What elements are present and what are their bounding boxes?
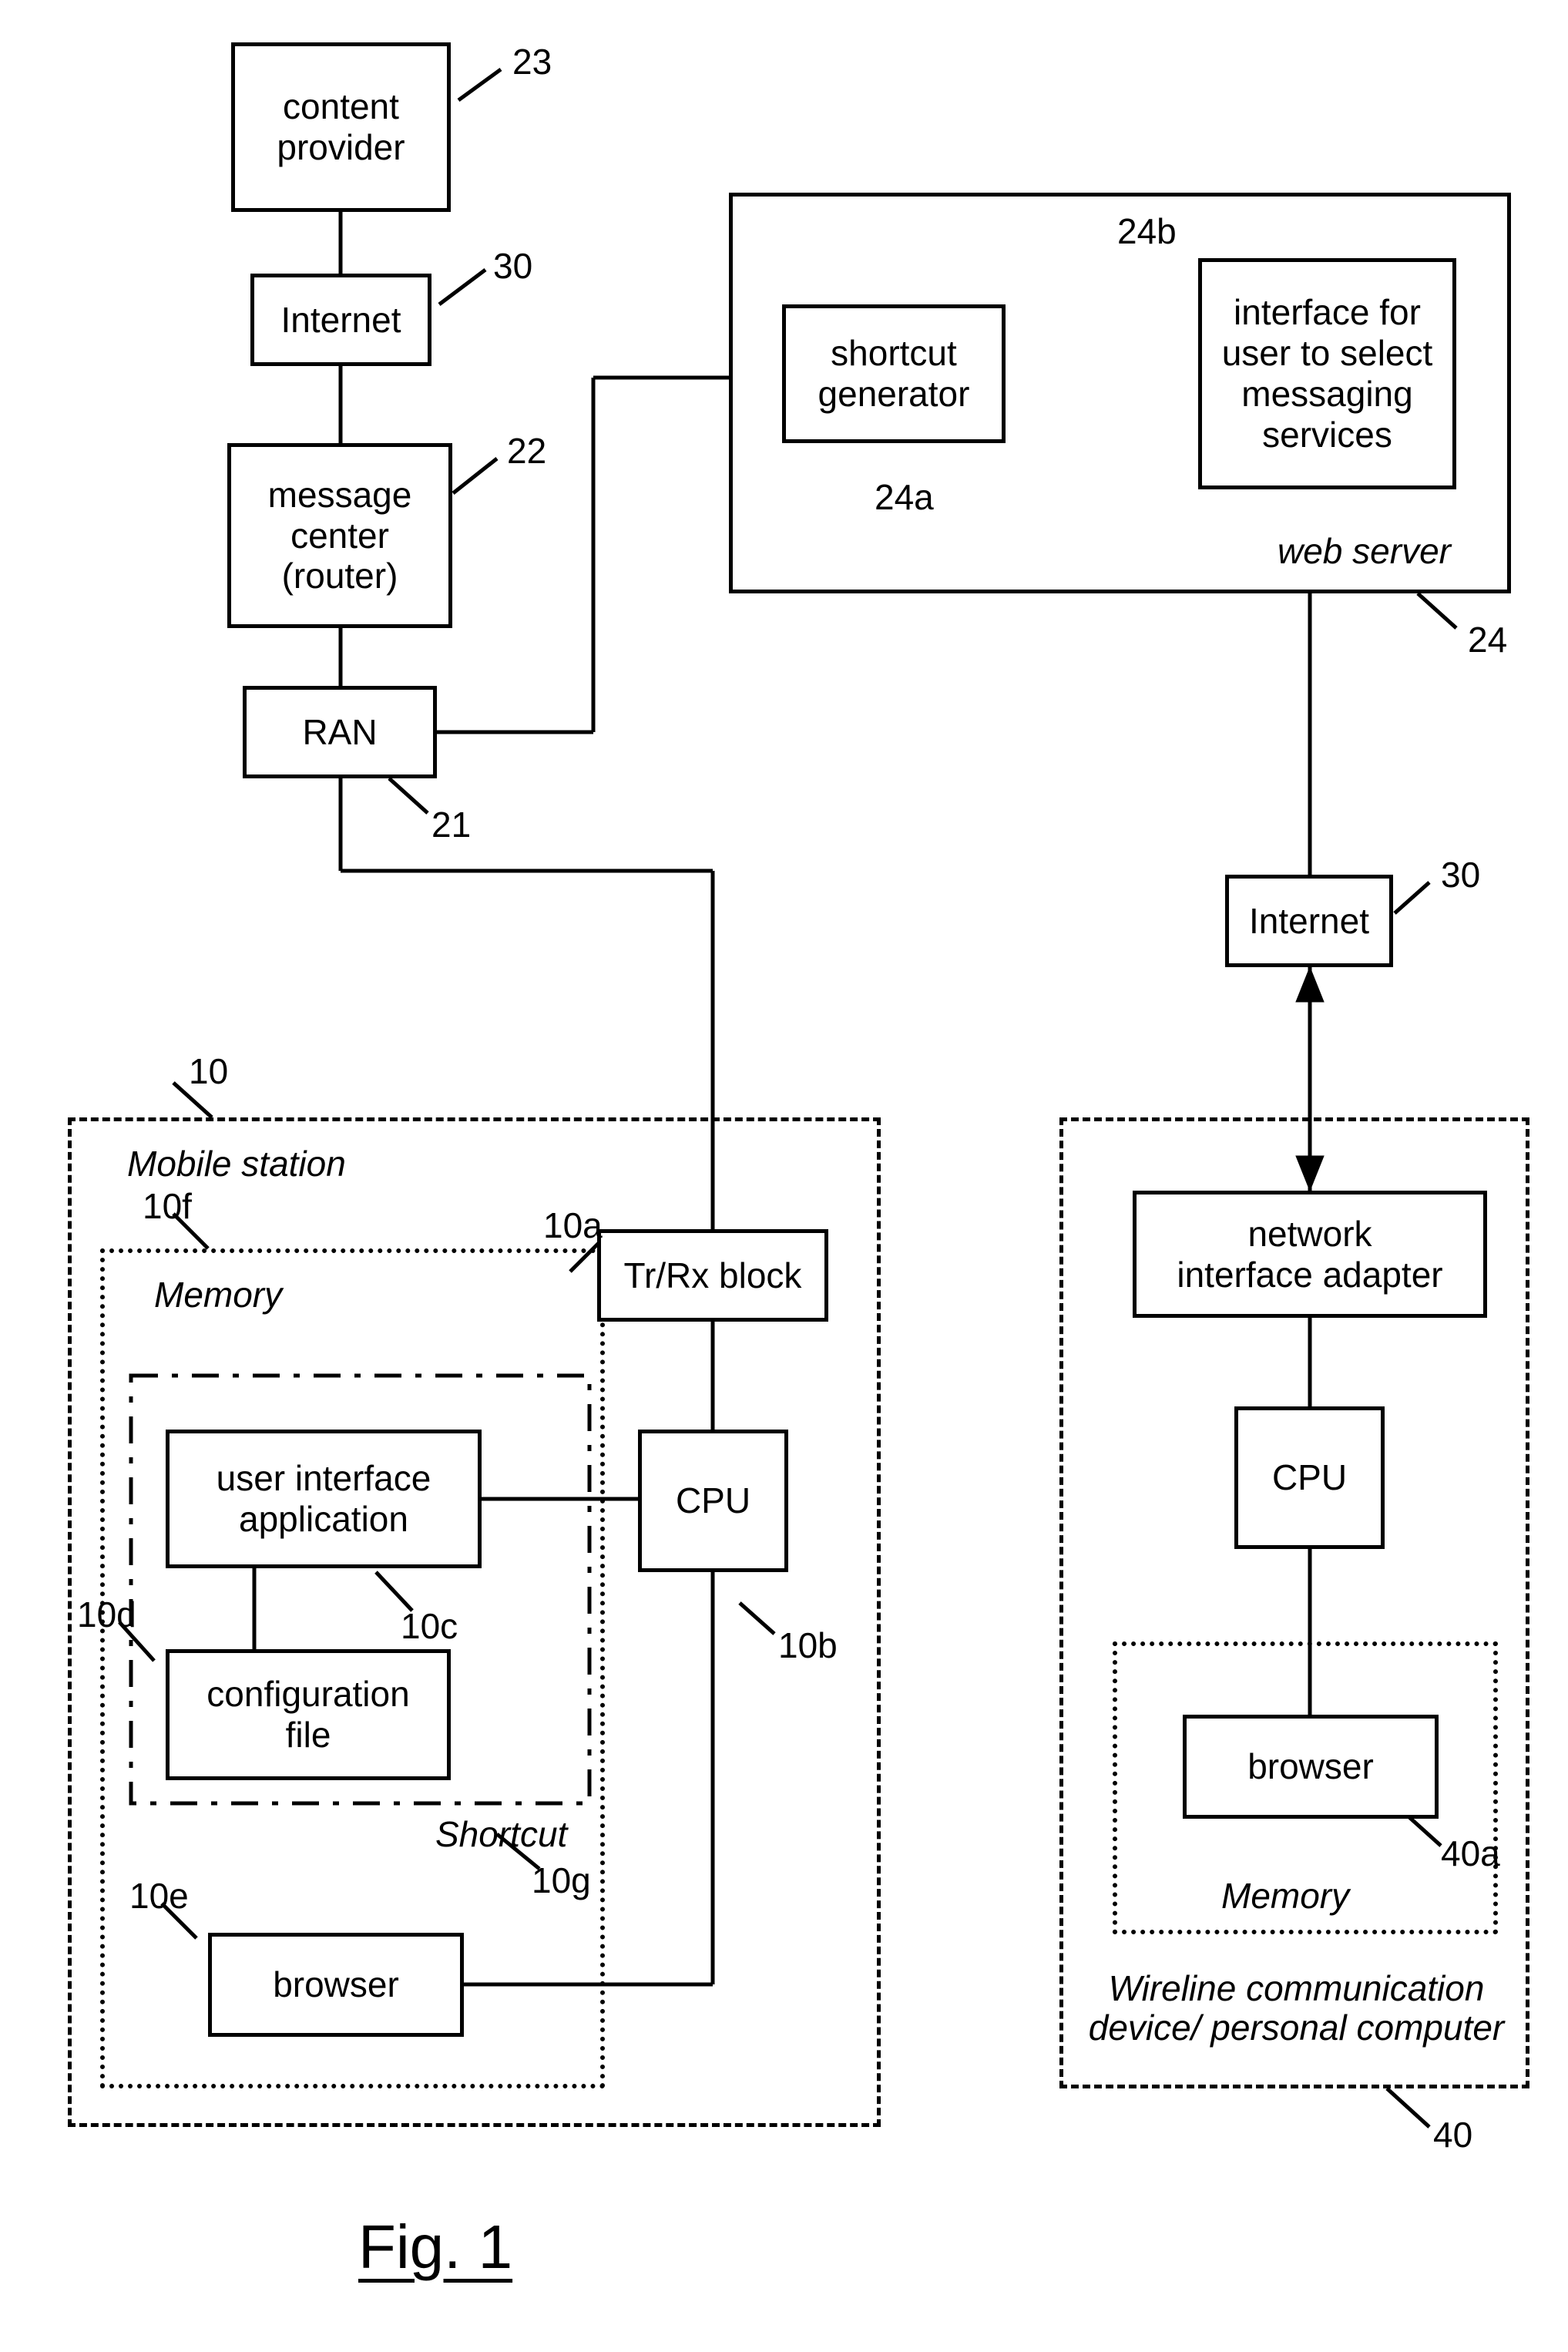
internet-top-text: Internet — [281, 300, 401, 341]
cpu-pc-box: CPU — [1234, 1406, 1385, 1549]
ref-10a: 10a — [543, 1206, 603, 1245]
web-server-label: web server — [1278, 532, 1451, 571]
ref-21: 21 — [431, 805, 471, 845]
ref-22: 22 — [507, 432, 546, 471]
ref-10c: 10c — [401, 1607, 458, 1646]
ref-24a: 24a — [875, 478, 934, 517]
ref-10f: 10f — [143, 1187, 192, 1226]
message-center-text: messagecenter(router) — [268, 475, 412, 597]
ref-10d: 10d — [77, 1595, 136, 1635]
ref-10b: 10b — [778, 1626, 838, 1665]
cpu-pc-text: CPU — [1272, 1457, 1347, 1498]
trrx-text: Tr/Rx block — [624, 1255, 802, 1296]
cpu-ms-box: CPU — [638, 1430, 788, 1572]
ref-40a: 40a — [1441, 1834, 1500, 1873]
browser-ms-text: browser — [273, 1964, 399, 2005]
ran-box: RAN — [243, 686, 437, 778]
mobile-station-label: Mobile station — [127, 1144, 346, 1184]
ref-10g: 10g — [532, 1861, 591, 1900]
nic-box: networkinterface adapter — [1133, 1191, 1487, 1318]
shortcut-generator-box: shortcutgenerator — [782, 304, 1006, 443]
figure-caption: Fig. 1 — [358, 2212, 512, 2283]
ref-24b: 24b — [1117, 212, 1177, 251]
ref-10: 10 — [189, 1052, 228, 1091]
ref-23: 23 — [512, 42, 552, 82]
diagram-canvas: contentprovider 23 Internet 30 messagece… — [0, 0, 1568, 2352]
content-provider-box: contentprovider — [231, 42, 451, 212]
browser-ms-box: browser — [208, 1933, 464, 2037]
interface-select-text: interface foruser to selectmessagingserv… — [1222, 292, 1433, 455]
ref-10e: 10e — [129, 1877, 189, 1916]
trrx-box: Tr/Rx block — [597, 1229, 828, 1322]
ref-30-top: 30 — [493, 247, 532, 286]
config-file-box: configurationfile — [166, 1649, 451, 1780]
wireline-device-label: Wireline communicationdevice/ personal c… — [1079, 1969, 1514, 2047]
interface-select-box: interface foruser to selectmessagingserv… — [1198, 258, 1456, 489]
browser-pc-text: browser — [1247, 1746, 1374, 1787]
internet-top-box: Internet — [250, 274, 431, 366]
config-file-text: configurationfile — [206, 1674, 409, 1756]
message-center-box: messagecenter(router) — [227, 443, 452, 628]
shortcut-label: Shortcut — [435, 1815, 567, 1854]
memory-ms-label: Memory — [154, 1275, 282, 1315]
ran-text: RAN — [302, 712, 377, 753]
internet-right-box: Internet — [1225, 875, 1393, 967]
content-provider-text: contentprovider — [277, 86, 405, 168]
memory-pc-label: Memory — [1221, 1877, 1349, 1916]
ref-30-right: 30 — [1441, 855, 1480, 895]
cpu-ms-text: CPU — [676, 1480, 750, 1521]
shortcut-generator-text: shortcutgenerator — [818, 333, 970, 415]
browser-pc-box: browser — [1183, 1715, 1439, 1819]
ref-40: 40 — [1433, 2115, 1472, 2155]
ref-24: 24 — [1468, 620, 1507, 660]
ui-app-box: user interfaceapplication — [166, 1430, 482, 1568]
internet-right-text: Internet — [1249, 901, 1369, 942]
nic-text: networkinterface adapter — [1177, 1214, 1442, 1295]
ui-app-text: user interfaceapplication — [217, 1458, 431, 1540]
